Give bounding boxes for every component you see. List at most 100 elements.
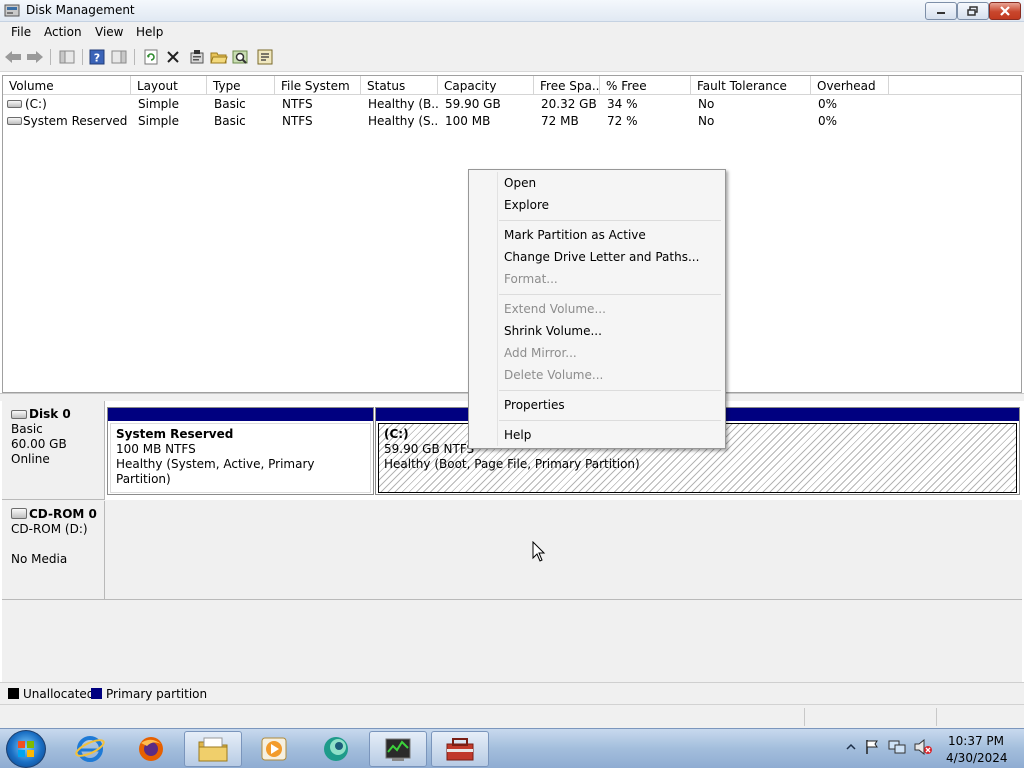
properties-icon[interactable] xyxy=(186,47,208,67)
column-header-volume[interactable]: Volume xyxy=(3,76,131,95)
disk-size: 60.00 GB xyxy=(11,437,67,451)
svg-text:?: ? xyxy=(94,52,100,65)
menu-item-add-mirror[interactable]: Add Mirror... xyxy=(471,342,723,364)
disk-management-app-icon xyxy=(4,4,20,17)
media-player-icon[interactable] xyxy=(245,731,303,767)
clock-date[interactable]: 4/30/2024 xyxy=(946,751,1008,765)
cell-free-space: 20.32 GB xyxy=(541,97,597,111)
network-icon[interactable] xyxy=(888,739,906,758)
cell-file-system: NTFS xyxy=(282,97,313,111)
back-icon[interactable] xyxy=(2,47,24,67)
menu-file[interactable]: File xyxy=(11,25,31,39)
cell-free-space: 72 MB xyxy=(541,114,579,128)
close-icon xyxy=(1000,6,1010,16)
legend-primary: Primary partition xyxy=(91,687,207,701)
cell-overhead: 0% xyxy=(818,114,838,128)
open-icon[interactable] xyxy=(208,47,230,67)
menu-item-mark-active[interactable]: Mark Partition as Active xyxy=(471,224,723,246)
cell-type: Basic xyxy=(214,97,246,111)
action-center-icon[interactable] xyxy=(864,739,880,758)
menu-item-properties[interactable]: Properties xyxy=(471,394,723,416)
internet-explorer-icon[interactable] xyxy=(61,731,119,767)
disk-name: Disk 0 xyxy=(29,407,71,421)
drive-icon xyxy=(7,100,22,108)
firefox-icon[interactable] xyxy=(122,731,180,767)
column-header-status[interactable]: Status xyxy=(361,76,438,95)
console-tree-icon[interactable] xyxy=(56,47,78,67)
mouse-cursor-icon xyxy=(532,541,546,562)
menu-bar: File Action View Help xyxy=(0,22,1024,43)
legend-swatch-unallocated xyxy=(8,688,19,699)
partition-name: System Reserved xyxy=(116,427,234,441)
menu-item-help[interactable]: Help xyxy=(471,424,723,446)
disk-type: Basic xyxy=(11,422,43,436)
cell-fault-tolerance: No xyxy=(698,97,715,111)
cdrom-0-label[interactable]: CD-ROM 0 CD-ROM (D:) No Media xyxy=(2,501,105,600)
menu-item-extend-volume[interactable]: Extend Volume... xyxy=(471,298,723,320)
column-header-type[interactable]: Type xyxy=(207,76,275,95)
title-bar[interactable]: Disk Management xyxy=(0,0,1024,22)
column-header-percent-free[interactable]: % Free xyxy=(600,76,691,95)
task-manager-icon[interactable] xyxy=(369,731,427,767)
menu-item-explore[interactable]: Explore xyxy=(471,194,723,216)
column-header-capacity[interactable]: Capacity xyxy=(438,76,534,95)
volume-muted-icon[interactable] xyxy=(914,738,932,758)
menu-item-format[interactable]: Format... xyxy=(471,268,723,290)
action-pane-icon[interactable] xyxy=(108,47,130,67)
table-row[interactable]: System Reserved Simple Basic NTFS Health… xyxy=(3,113,1021,130)
minimize-icon xyxy=(937,12,945,14)
file-explorer-icon[interactable] xyxy=(184,731,242,767)
toolbar-separator xyxy=(82,49,83,65)
restore-button[interactable] xyxy=(957,2,989,20)
cell-capacity: 59.90 GB xyxy=(445,97,501,111)
legend-unallocated: Unallocated xyxy=(8,687,94,701)
search-icon[interactable] xyxy=(230,47,252,67)
table-row[interactable]: (C:) Simple Basic NTFS Healthy (B... 59.… xyxy=(3,96,1021,113)
show-hidden-icons[interactable] xyxy=(846,741,856,755)
toolbar-separator xyxy=(134,49,135,65)
legend: Unallocated Primary partition xyxy=(0,682,1024,704)
column-header-file-system[interactable]: File System xyxy=(275,76,361,95)
clock-time[interactable]: 10:37 PM xyxy=(948,734,1004,748)
cell-capacity: 100 MB xyxy=(445,114,491,128)
status-bar xyxy=(0,704,1024,728)
partition-status: Healthy (Boot, Page File, Primary Partit… xyxy=(384,457,640,471)
menu-item-delete-volume[interactable]: Delete Volume... xyxy=(471,364,723,386)
cell-file-system: NTFS xyxy=(282,114,313,128)
cell-percent-free: 34 % xyxy=(607,97,638,111)
menu-item-change-drive-letter[interactable]: Change Drive Letter and Paths... xyxy=(471,246,723,268)
cell-volume: System Reserved xyxy=(23,114,128,128)
menu-view[interactable]: View xyxy=(95,25,123,39)
cdrom-drive: CD-ROM (D:) xyxy=(11,522,88,536)
delete-icon[interactable] xyxy=(162,47,184,67)
partition-status: Healthy (System, Active, Primary Partiti… xyxy=(116,457,315,486)
help-icon[interactable]: ? xyxy=(86,47,108,67)
column-header-fault-tolerance[interactable]: Fault Tolerance xyxy=(691,76,811,95)
forward-icon[interactable] xyxy=(24,47,46,67)
legend-label: Primary partition xyxy=(106,687,208,701)
menu-item-shrink-volume[interactable]: Shrink Volume... xyxy=(471,320,723,342)
minimize-button[interactable] xyxy=(925,2,957,20)
computer-management-icon[interactable] xyxy=(431,731,489,767)
cell-status: Healthy (S... xyxy=(368,114,438,128)
menu-action[interactable]: Action xyxy=(44,25,82,39)
refresh-icon[interactable] xyxy=(140,47,162,67)
cell-layout: Simple xyxy=(138,97,179,111)
start-button[interactable] xyxy=(6,730,46,768)
app-icon[interactable] xyxy=(307,731,365,767)
menu-separator xyxy=(499,390,721,391)
menu-separator xyxy=(499,294,721,295)
column-header-free-space[interactable]: Free Spa... xyxy=(534,76,600,95)
disk-0-label[interactable]: Disk 0 Basic 60.00 GB Online xyxy=(2,401,105,500)
menu-help[interactable]: Help xyxy=(136,25,163,39)
menu-item-open[interactable]: Open xyxy=(471,172,723,194)
cell-volume: (C:) xyxy=(25,97,47,111)
cdrom-0-area xyxy=(105,501,1022,600)
taskbar: 10:37 PM 4/30/2024 xyxy=(0,728,1024,768)
column-header-overhead[interactable]: Overhead xyxy=(811,76,889,95)
export-icon[interactable] xyxy=(254,47,276,67)
partition-system-reserved[interactable]: System Reserved 100 MB NTFS Healthy (Sys… xyxy=(107,407,374,495)
close-button[interactable] xyxy=(989,2,1021,20)
context-menu: Open Explore Mark Partition as Active Ch… xyxy=(468,169,726,449)
column-header-layout[interactable]: Layout xyxy=(131,76,207,95)
